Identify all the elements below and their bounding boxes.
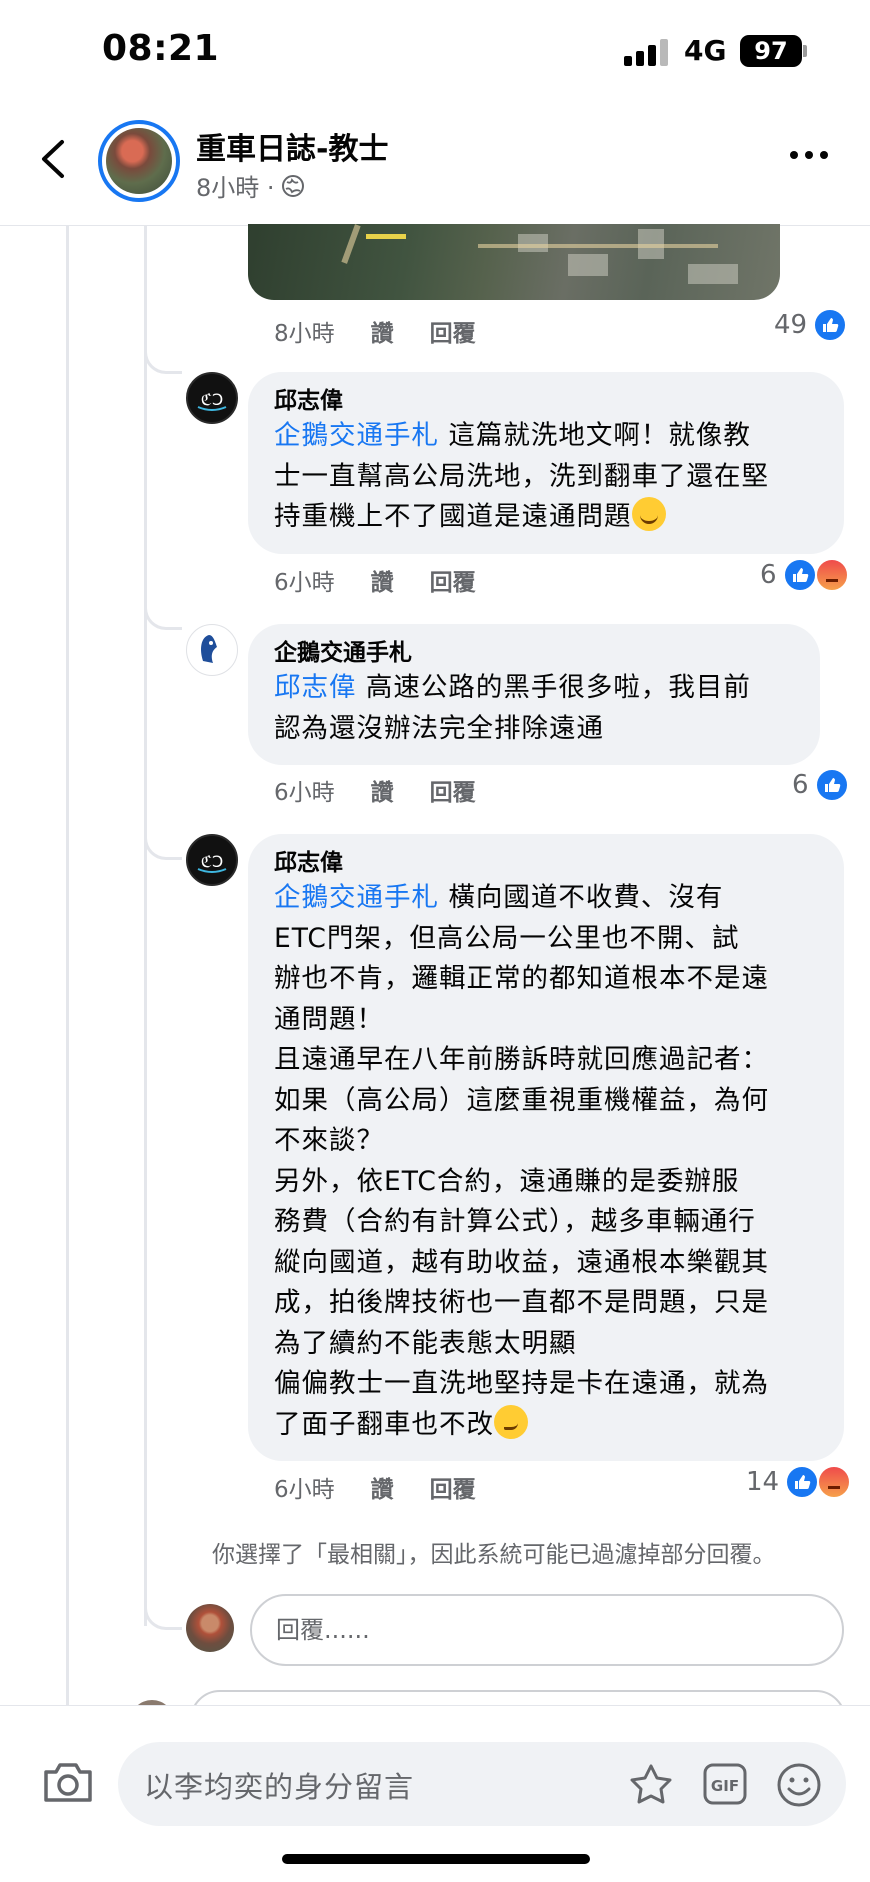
reaction-summary[interactable]: 6: [760, 558, 849, 592]
thread-connector: [144, 830, 182, 860]
commenter-name[interactable]: 邱志偉: [274, 386, 818, 416]
comment-actions: 6小時 讚 回覆: [274, 1470, 476, 1504]
mention-link[interactable]: 企鵝交通手札: [274, 420, 439, 451]
page-avatar[interactable]: [98, 120, 180, 202]
commenter-avatar[interactable]: ℭϽ: [186, 372, 238, 424]
penguin-logo-icon: [201, 635, 217, 663]
angry-reaction-icon: [817, 1465, 852, 1499]
smirk-emoji-icon: [494, 1404, 528, 1439]
battery-icon: 97: [740, 35, 802, 67]
home-indicator: [282, 1854, 590, 1864]
post-header: 重車日誌-教士 8小時 ·: [0, 108, 870, 226]
comment-actions: 8小時 讚 回覆: [274, 314, 476, 348]
page-title[interactable]: 重車日誌-教士: [196, 124, 388, 168]
comment-text: 企鵝交通手札 這篇就洗地文啊！就像教 士一直幫高公局洗地，洗到翻車了還在堅 持重…: [274, 416, 818, 538]
reaction-summary[interactable]: 14: [746, 1465, 852, 1499]
comment-text: 企鵝交通手札 橫向國道不收費、沒有 ETC門架，但高公局一公里也不開、試 辦也不…: [274, 878, 818, 1445]
comment-bubble[interactable]: 邱志偉 企鵝交通手札 這篇就洗地文啊！就像教 士一直幫高公局洗地，洗到翻車了還在…: [248, 372, 844, 554]
reaction-summary[interactable]: 49: [774, 308, 848, 342]
like-button[interactable]: 讚: [371, 773, 394, 807]
like-reaction-icon: [782, 558, 817, 592]
mention-link[interactable]: 邱志偉: [274, 672, 357, 703]
like-button[interactable]: 讚: [371, 563, 394, 597]
glasses-logo-icon: ℭϽ: [197, 390, 227, 411]
thread-line: [66, 226, 69, 1706]
comment-actions: 6小時 讚 回覆: [274, 773, 476, 807]
user-avatar: [186, 1604, 234, 1652]
glasses-logo-icon: ℭϽ: [197, 852, 227, 873]
reaction-count: 6: [792, 770, 809, 800]
comment-placeholder: 以李均奕的身分留言: [144, 1770, 415, 1804]
comment-time: 6小時: [274, 1477, 335, 1503]
reaction-count: 6: [760, 560, 777, 590]
like-button[interactable]: 讚: [371, 314, 394, 348]
map-photo[interactable]: [248, 224, 780, 300]
status-bar: 08:21 4G 97: [0, 0, 870, 108]
filter-note: 你選擇了「最相關」，因此系統可能已過濾掉部分回覆。: [212, 1542, 776, 1568]
commenter-avatar[interactable]: [186, 624, 238, 676]
camera-icon[interactable]: [42, 1760, 94, 1804]
angry-reaction-icon: [814, 558, 849, 592]
globe-icon: [281, 174, 304, 197]
comment-time: 8小時: [274, 321, 335, 347]
reply-thread-line: [144, 226, 147, 1626]
svg-text:ℭϽ: ℭϽ: [201, 852, 224, 871]
reply-button[interactable]: 回覆: [430, 563, 476, 597]
post-time: 8小時 ·: [196, 174, 275, 202]
post-meta: 8小時 ·: [196, 168, 305, 203]
status-time: 08:21: [102, 28, 220, 69]
gif-icon[interactable]: GIF: [702, 1762, 748, 1806]
reply-input[interactable]: 回覆......: [250, 1594, 844, 1666]
commenter-name[interactable]: 企鵝交通手札: [274, 638, 794, 668]
thread-connector: [144, 600, 182, 630]
reply-button[interactable]: 回覆: [430, 1470, 476, 1504]
signal-icon: [624, 38, 672, 66]
comment-bubble[interactable]: 邱志偉 企鵝交通手札 橫向國道不收費、沒有 ETC門架，但高公局一公里也不開、試…: [248, 834, 844, 1461]
svg-text:ℭϽ: ℭϽ: [201, 390, 224, 409]
grinning-squint-emoji-icon: [631, 497, 666, 531]
like-reaction-icon: [785, 1465, 820, 1499]
comment-text: 邱志偉 高速公路的黑手很多啦，我目前 認為還沒辦法完全排除遠通: [274, 668, 794, 749]
comment-time: 6小時: [274, 780, 335, 806]
sticker-icon[interactable]: [626, 1760, 676, 1810]
commenter-avatar[interactable]: ℭϽ: [186, 834, 238, 886]
reaction-count: 49: [774, 310, 808, 340]
comment-field[interactable]: 以李均奕的身分留言 GIF: [118, 1742, 846, 1826]
more-options-icon[interactable]: [790, 148, 830, 162]
comment-composer: 以李均奕的身分留言 GIF: [0, 1705, 870, 1882]
reply-button[interactable]: 回覆: [430, 314, 476, 348]
mention-link[interactable]: 企鵝交通手札: [274, 882, 439, 913]
thread-connector: [144, 344, 182, 374]
like-reaction-icon: [813, 308, 848, 342]
commenter-name[interactable]: 邱志偉: [274, 848, 818, 878]
comment-body: 橫向國道不收費、沒有 ETC門架，但高公局一公里也不開、試 辦也不肯，邏輯正常的…: [274, 882, 769, 1440]
comment-actions: 6小時 讚 回覆: [274, 563, 476, 597]
network-label: 4G: [684, 34, 727, 67]
battery-tip: [803, 45, 807, 57]
svg-text:GIF: GIF: [711, 1777, 739, 1795]
reaction-count: 14: [746, 1467, 780, 1497]
thread-connector: [144, 1600, 182, 1630]
reply-button[interactable]: 回覆: [430, 773, 476, 807]
back-arrow-icon[interactable]: [34, 134, 74, 184]
like-button[interactable]: 讚: [371, 1470, 394, 1504]
like-reaction-icon: [814, 768, 849, 802]
comment-time: 6小時: [274, 570, 335, 596]
emoji-icon[interactable]: [774, 1760, 824, 1810]
comment-bubble[interactable]: 企鵝交通手札 邱志偉 高速公路的黑手很多啦，我目前 認為還沒辦法完全排除遠通: [248, 624, 820, 765]
reaction-summary[interactable]: 6: [792, 768, 849, 802]
